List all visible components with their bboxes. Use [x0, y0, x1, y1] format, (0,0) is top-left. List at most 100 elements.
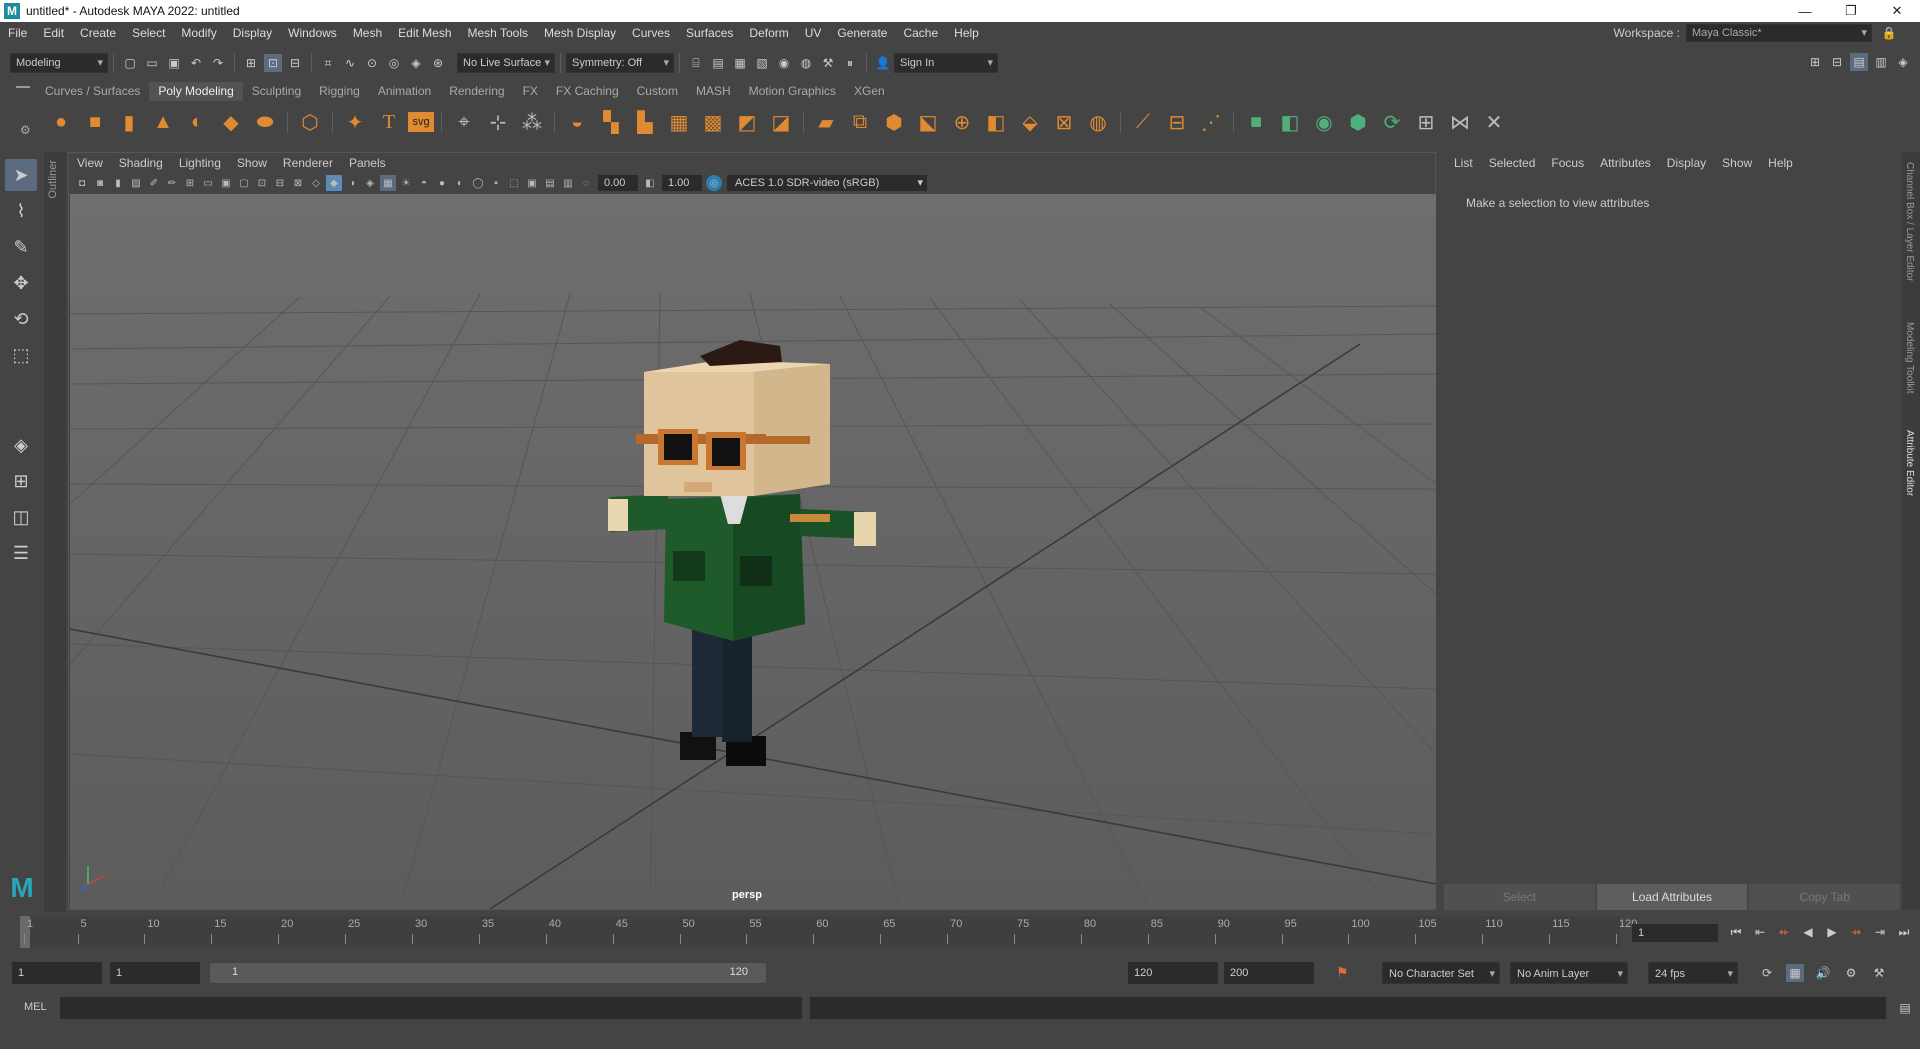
safe-action-icon[interactable]: ⊟ [272, 175, 288, 191]
panel-menu-view[interactable]: View [69, 156, 111, 170]
menu-deform[interactable]: Deform [741, 22, 796, 44]
select-tool-icon[interactable]: ➤ [5, 159, 37, 191]
channel-box-toggle-icon[interactable]: ▥ [1872, 53, 1890, 71]
panel-menu-renderer[interactable]: Renderer [275, 156, 341, 170]
tab-modeling-toolkit[interactable]: Modeling Toolkit [1904, 322, 1915, 394]
anim-prefs-icon[interactable]: ⚙ [1842, 964, 1860, 982]
step-back-frame-icon[interactable]: ⇷ [1774, 922, 1794, 942]
type-tool-icon[interactable]: T [374, 107, 404, 137]
spherical-mapping-icon[interactable]: ◉ [1309, 107, 1339, 137]
boolean-icon[interactable]: ▩ [698, 107, 728, 137]
wireframe-on-shaded-icon[interactable]: ◈ [362, 175, 378, 191]
snap-view-icon[interactable]: ◎ [385, 54, 403, 72]
undo-icon[interactable]: ↶ [187, 54, 205, 72]
grid-icon[interactable]: ⊞ [182, 175, 198, 191]
menu-help[interactable]: Help [946, 22, 987, 44]
go-to-end-icon[interactable]: ⏭ [1894, 922, 1914, 942]
menu-mesh-display[interactable]: Mesh Display [536, 22, 624, 44]
cut-uv-icon[interactable]: ⟳ [1377, 107, 1407, 137]
anim-layer-select[interactable]: No Anim Layer [1510, 962, 1628, 985]
tab-motion-graphics[interactable]: Motion Graphics [740, 82, 845, 101]
poly-plane-icon[interactable]: ◆ [216, 107, 246, 137]
maximize-button[interactable]: ❐ [1828, 0, 1874, 22]
minimize-button[interactable]: — [1782, 0, 1828, 22]
close-button[interactable]: ✕ [1874, 0, 1920, 22]
automatic-mapping-icon[interactable]: ⬢ [1343, 107, 1373, 137]
move-tool-icon[interactable]: ✥ [5, 267, 37, 299]
cache-playback-icon[interactable]: ▦ [1786, 964, 1804, 982]
exposure-field[interactable] [598, 175, 638, 191]
grease-pencil-icon[interactable]: ✏ [164, 175, 180, 191]
scale-tool-icon[interactable]: ⬚ [5, 339, 37, 371]
color-management-icon[interactable]: ◎ [706, 175, 722, 191]
reset-pivot-icon[interactable]: ⁂ [517, 107, 547, 137]
step-forward-key-icon[interactable]: ⇥ [1870, 922, 1890, 942]
render-settings-icon[interactable]: ◉ [775, 54, 793, 72]
camera-select-icon[interactable]: ◘ [74, 175, 90, 191]
panel-menu-lighting[interactable]: Lighting [171, 156, 229, 170]
select-object-icon[interactable]: ⊡ [264, 54, 282, 72]
separate-icon[interactable]: ▚ [596, 107, 626, 137]
gate-mask-icon[interactable]: ▢ [236, 175, 252, 191]
gamma-icon[interactable]: ◧ [642, 175, 658, 191]
select-button[interactable]: Select [1444, 884, 1595, 910]
outliner-tab[interactable]: Outliner [44, 152, 66, 912]
playback-end-field[interactable] [1128, 962, 1218, 984]
tab-rigging[interactable]: Rigging [310, 82, 369, 101]
film-gate-icon[interactable]: ▭ [200, 175, 216, 191]
cylindrical-mapping-icon[interactable]: ◧ [1275, 107, 1305, 137]
attr-menu-focus[interactable]: Focus [1543, 156, 1592, 170]
uv-editor-icon[interactable]: ⊞ [1411, 107, 1441, 137]
tab-animation[interactable]: Animation [369, 82, 440, 101]
textured-icon[interactable]: ▦ [380, 175, 396, 191]
collapse-icon[interactable]: ⊠ [1049, 107, 1079, 137]
playback-range-bar[interactable]: 1 120 [210, 963, 766, 983]
lasso-tool-icon[interactable]: ⌇ [5, 195, 37, 227]
tab-xgen[interactable]: XGen [845, 82, 894, 101]
image-plane-icon[interactable]: ▨ [128, 175, 144, 191]
loop-icon[interactable]: ⟳ [1758, 964, 1776, 982]
menu-modify[interactable]: Modify [173, 22, 224, 44]
tab-fx[interactable]: FX [514, 82, 547, 101]
motion-blur-icon[interactable]: ◐ [452, 175, 468, 191]
xray-joints-icon[interactable]: ▤ [542, 175, 558, 191]
mel-label[interactable]: MEL [24, 1001, 47, 1013]
super-shape-icon[interactable]: ✦ [340, 107, 370, 137]
bookmark-icon[interactable]: ▮ [110, 175, 126, 191]
panel-menu-panels[interactable]: Panels [341, 156, 394, 170]
paint-select-tool-icon[interactable]: ✎ [5, 231, 37, 263]
step-back-key-icon[interactable]: ⇤ [1750, 922, 1770, 942]
persp-outliner-layout-icon[interactable]: ◫ [5, 501, 37, 533]
menu-display[interactable]: Display [225, 22, 280, 44]
menu-surfaces[interactable]: Surfaces [678, 22, 741, 44]
snap-point-icon[interactable]: ⊙ [363, 54, 381, 72]
pause-icon[interactable]: ⏸ [841, 54, 859, 72]
two-d-pan-zoom-icon[interactable]: ✐ [146, 175, 162, 191]
modeling-toolkit-shelf-icon[interactable]: ⌖ [449, 107, 479, 137]
planar-mapping-icon[interactable]: ■ [1241, 107, 1271, 137]
snap-grid-icon[interactable]: ⌗ [319, 54, 337, 72]
construction-history-icon[interactable]: ⌸ [687, 54, 705, 72]
menu-cache[interactable]: Cache [895, 22, 946, 44]
perspective-viewport[interactable]: persp [70, 194, 1436, 909]
menu-edit[interactable]: Edit [35, 22, 72, 44]
attr-menu-display[interactable]: Display [1659, 156, 1714, 170]
hypershade-icon[interactable]: ◍ [797, 54, 815, 72]
lock-icon[interactable]: 🔒 [1880, 24, 1898, 42]
menu-select[interactable]: Select [124, 22, 173, 44]
live-surface-field[interactable]: No Live Surface [457, 53, 555, 73]
menu-uv[interactable]: UV [797, 22, 830, 44]
sign-in-button[interactable]: Sign In [894, 53, 998, 73]
ambient-occlusion-icon[interactable]: ● [434, 175, 450, 191]
paint-select-icon[interactable]: ⊹ [483, 107, 513, 137]
menu-set-select[interactable]: Modeling [10, 53, 108, 73]
attr-menu-help[interactable]: Help [1760, 156, 1801, 170]
four-view-layout-icon[interactable]: ⊞ [5, 465, 37, 497]
camera-attributes-icon[interactable]: ◙ [92, 175, 108, 191]
symmetry-select[interactable]: Symmetry: Off [566, 53, 674, 73]
redo-icon[interactable]: ↷ [209, 54, 227, 72]
shelf-settings-icon[interactable]: ⚙ [20, 123, 31, 137]
attribute-editor-toggle-icon[interactable]: ▤ [1850, 53, 1868, 71]
render-current-icon[interactable]: ▦ [731, 54, 749, 72]
mel-command-input[interactable] [60, 997, 802, 1019]
